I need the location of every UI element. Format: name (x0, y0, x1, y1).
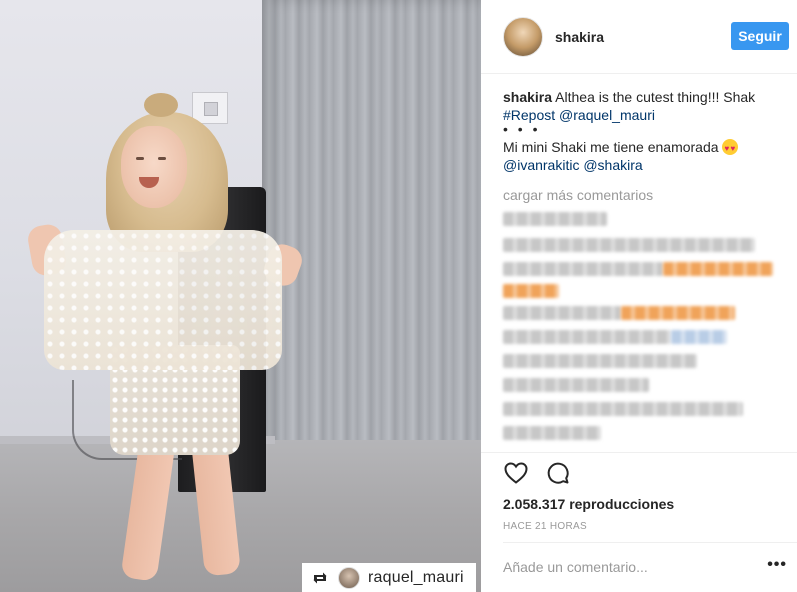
caption-line-1: shakira Althea is the cutest thing!!! Sh… (503, 88, 783, 106)
views-label: reproducciones (569, 496, 675, 512)
header-username[interactable]: shakira (555, 29, 604, 45)
heart-icon[interactable] (503, 460, 529, 486)
blurred-comment-line (503, 238, 755, 252)
blurred-comments (503, 212, 779, 452)
repost-icon (310, 569, 330, 587)
child-eye (136, 157, 144, 160)
divider (503, 542, 797, 543)
divider (481, 452, 797, 453)
action-bar (503, 460, 571, 486)
repost-mention[interactable]: @raquel_mauri (559, 107, 655, 123)
load-more-comments-link[interactable]: cargar más comentarios (503, 187, 653, 203)
repost-username: raquel_mauri (368, 568, 464, 586)
post-caption: shakira Althea is the cutest thing!!! Sh… (503, 88, 783, 174)
blurred-comment-line (663, 262, 773, 276)
more-options-button[interactable]: ••• (767, 557, 787, 573)
views-number: 2.058.317 (503, 496, 566, 512)
blurred-comment-line (621, 306, 735, 320)
post-side-panel: shakira Seguir shakira Althea is the cut… (481, 0, 797, 592)
child-lace-top (44, 230, 282, 370)
child-hair-bun (144, 93, 178, 117)
caption-line-3: Mi mini Shaki me tiene enamorada (503, 138, 783, 158)
caption-text-2: Mi mini Shaki me tiene enamorada (503, 139, 719, 155)
follow-button[interactable]: Seguir (731, 22, 789, 50)
heart-eyes-emoji-icon (722, 139, 739, 158)
blurred-comment-line (503, 378, 649, 392)
background-curtain (262, 0, 481, 472)
views-count: 2.058.317 reproducciones (503, 496, 674, 512)
child-eye (158, 157, 166, 160)
blurred-comment-line (503, 212, 607, 226)
child-face (121, 126, 187, 208)
blurred-comment-line (503, 262, 663, 276)
blurred-comment-line (503, 284, 559, 298)
blurred-comment-line (503, 330, 671, 344)
repost-avatar (338, 566, 360, 589)
post-media-video[interactable]: raquel_mauri (0, 0, 481, 592)
caption-line-4: @ivanrakitic @shakira (503, 156, 783, 174)
post-header: shakira Seguir (481, 0, 797, 74)
blurred-comment-line (503, 306, 621, 320)
mention-ivanrakitic[interactable]: @ivanrakitic (503, 157, 579, 173)
blurred-comment-line (503, 354, 697, 368)
caption-line-2: #Repost @raquel_mauri (503, 106, 783, 124)
blurred-comment-line (503, 426, 601, 440)
caption-dots: • • • (503, 121, 541, 137)
caption-text: Althea is the cutest thing!!! Shak (552, 89, 756, 105)
caption-username[interactable]: shakira (503, 89, 552, 105)
comment-icon[interactable] (545, 460, 571, 486)
comment-input[interactable] (503, 556, 733, 578)
repost-attribution: raquel_mauri (302, 563, 476, 592)
post-timestamp[interactable]: HACE 21 HORAS (503, 521, 587, 532)
mention-shakira[interactable]: @shakira (583, 157, 642, 173)
blurred-comment-line (671, 330, 727, 344)
blurred-comment-line (503, 402, 743, 416)
avatar[interactable] (503, 16, 543, 57)
